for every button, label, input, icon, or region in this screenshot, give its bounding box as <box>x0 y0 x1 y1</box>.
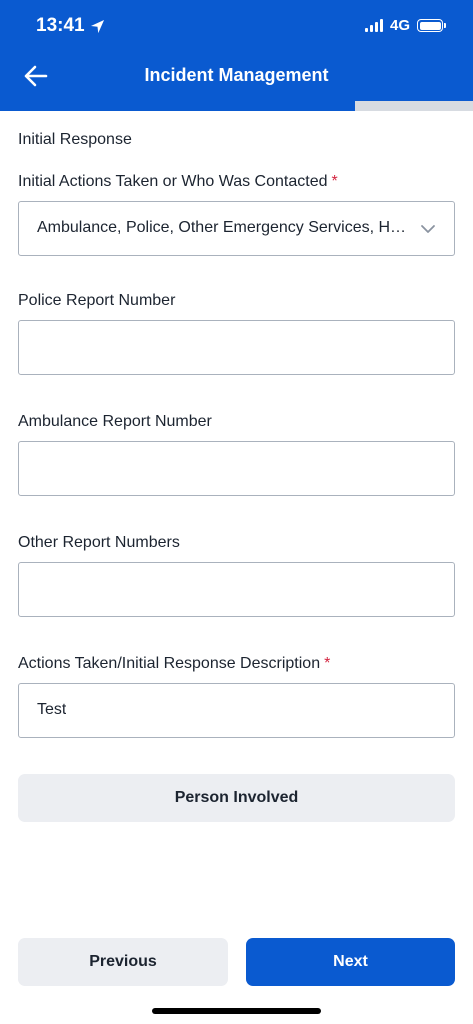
previous-button[interactable]: Previous <box>18 938 228 986</box>
other-reports-label: Other Report Numbers <box>18 534 180 551</box>
description-value: Test <box>37 701 67 718</box>
battery-icon <box>417 19 446 32</box>
nav-bar: Incident Management <box>0 52 473 100</box>
section-heading: Initial Response <box>18 131 132 148</box>
ambulance-report-input[interactable] <box>18 441 455 496</box>
app-header: 13:41 4G Incident Management <box>0 0 473 103</box>
required-marker: * <box>324 655 331 672</box>
status-time: 13:41 <box>36 15 105 37</box>
status-bar: 13:41 4G <box>0 0 473 52</box>
signal-bars-icon <box>364 19 383 32</box>
status-indicators: 4G <box>364 17 446 34</box>
person-involved-button[interactable]: Person Involved <box>18 774 455 822</box>
initial-actions-value: Ambulance, Police, Other Emergency Servi… <box>37 219 413 236</box>
location-arrow-icon <box>90 19 104 33</box>
clock-text: 13:41 <box>36 15 85 36</box>
police-report-label: Police Report Number <box>18 292 176 309</box>
police-report-input[interactable] <box>18 320 455 375</box>
progress-fill <box>0 101 355 111</box>
network-type: 4G <box>389 17 410 34</box>
description-input[interactable]: Test <box>18 683 455 738</box>
progress-bar <box>0 101 473 111</box>
chevron-down-icon <box>421 225 435 233</box>
initial-actions-select[interactable]: Ambulance, Police, Other Emergency Servi… <box>18 201 455 256</box>
next-button[interactable]: Next <box>246 938 455 986</box>
page-title: Incident Management <box>144 65 329 85</box>
ambulance-report-label: Ambulance Report Number <box>18 413 212 430</box>
description-label: Actions Taken/Initial Response Descripti… <box>18 655 330 673</box>
initial-actions-label: Initial Actions Taken or Who Was Contact… <box>18 173 338 191</box>
other-reports-input[interactable] <box>18 562 455 617</box>
description-label-text: Actions Taken/Initial Response Descripti… <box>18 655 321 672</box>
home-indicator <box>152 1008 321 1014</box>
initial-actions-label-text: Initial Actions Taken or Who Was Contact… <box>18 173 328 190</box>
required-marker: * <box>331 173 338 190</box>
